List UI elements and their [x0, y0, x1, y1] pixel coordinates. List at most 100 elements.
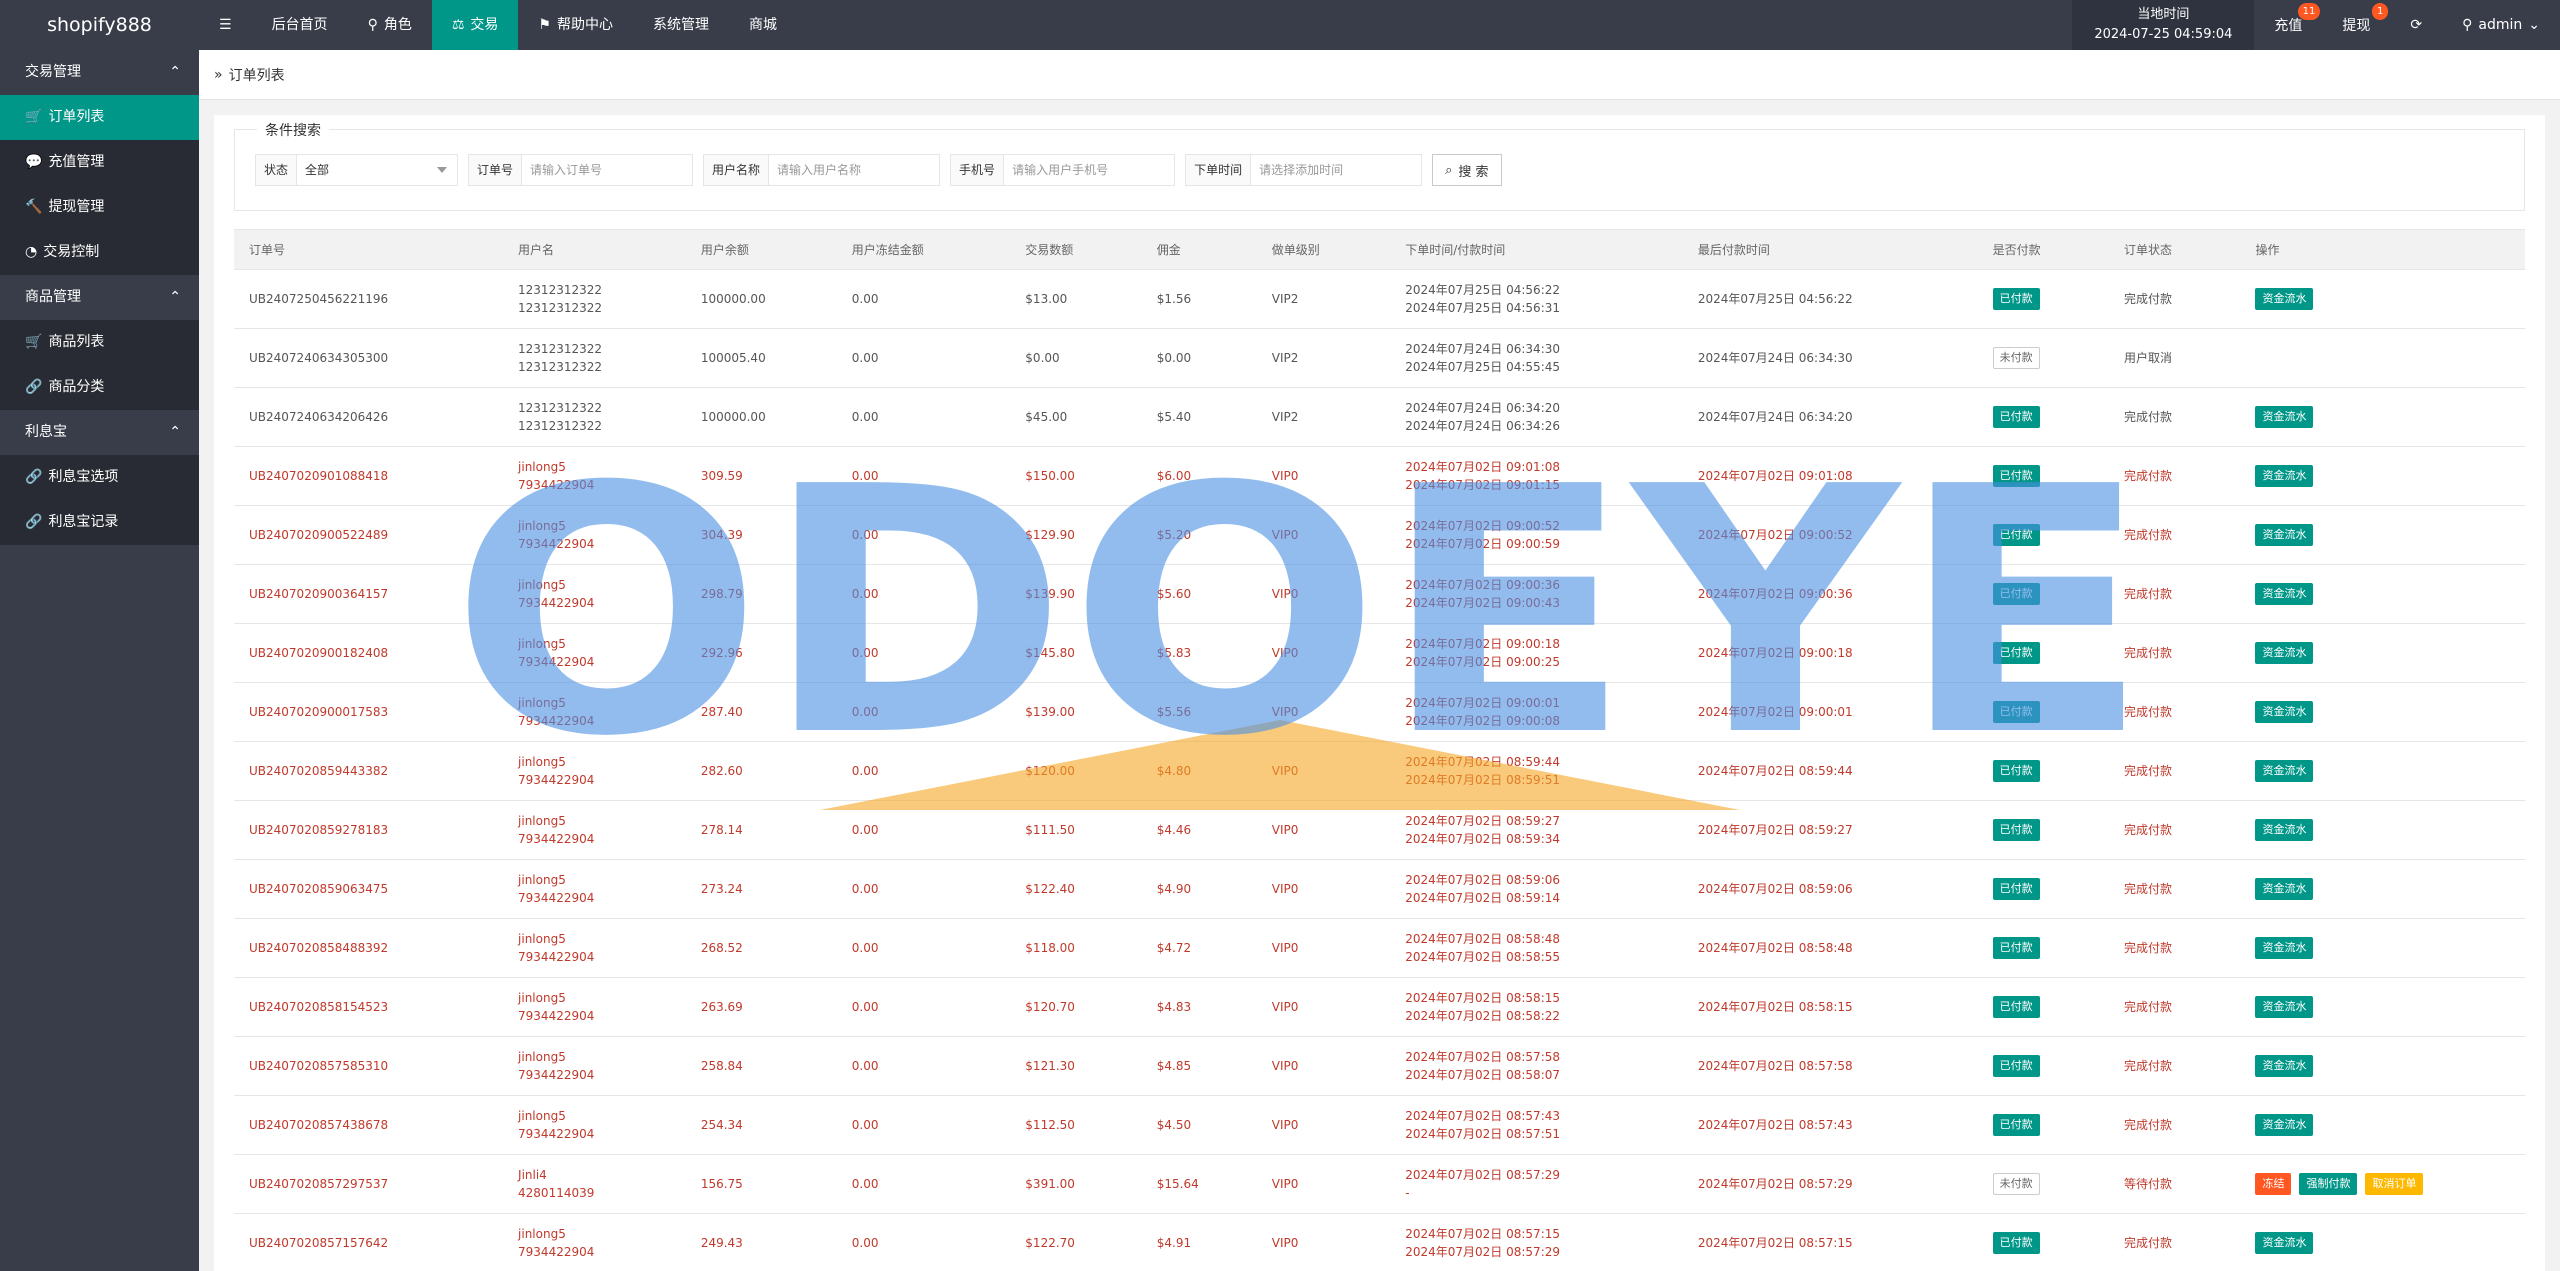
search-button[interactable]: ⌕ 搜 索 [1432, 154, 1502, 186]
fund-flow-button[interactable]: 资金流水 [2255, 1055, 2314, 1077]
fund-flow-button[interactable]: 资金流水 [2255, 937, 2314, 959]
username: jinlong5 [518, 1109, 566, 1123]
fund-flow-button[interactable]: 资金流水 [2255, 406, 2314, 428]
user-balance: 254.34 [700, 1118, 743, 1132]
order-status: 完成付款 [2124, 410, 2173, 424]
recharge-link[interactable]: 充值 11 [2254, 0, 2322, 50]
commission: $5.20 [1156, 528, 1192, 542]
freeze-button[interactable]: 冻结 [2255, 1173, 2292, 1195]
trade-amount: $111.50 [1025, 823, 1075, 837]
table-row: UB2407020901088418 jinlong5 7934422904 309.… [234, 446, 2525, 506]
column-header: 订单状态 [2109, 229, 2241, 270]
vip-level: VIP0 [1271, 764, 1299, 778]
cancel-order-button[interactable]: 取消订单 [2365, 1173, 2424, 1195]
user-phone: 7934422904 [518, 891, 595, 905]
column-header: 订单号 [234, 229, 504, 270]
sidebar-group-trade[interactable]: 交易管理 ⌃ [0, 50, 199, 95]
order-status: 完成付款 [2124, 823, 2173, 837]
fund-flow-button[interactable]: 资金流水 [2255, 1114, 2314, 1136]
order-id: UB2407020857438678 [249, 1118, 389, 1132]
username-input[interactable] [769, 155, 940, 185]
last-pay-time: 2024年07月02日 08:59:06 [1697, 882, 1853, 896]
search-icon: ⌕ [1445, 162, 1453, 178]
sidebar-item-orders[interactable]: 🛒 订单列表 [0, 95, 199, 140]
username: jinlong5 [518, 814, 566, 828]
chevron-up-icon: ⌃ [169, 289, 181, 305]
nav-roles[interactable]: ⚲ 角色 [348, 0, 432, 50]
fund-flow-button[interactable]: 资金流水 [2255, 524, 2314, 546]
sidebar-item-interest-records[interactable]: 🔗 利息宝记录 [0, 500, 199, 545]
force-pay-button[interactable]: 强制付款 [2299, 1173, 2358, 1195]
menu-icon[interactable]: ☰ [219, 0, 232, 50]
menu-toggle[interactable]: ☰ [199, 0, 252, 50]
sidebar-item-interest-options[interactable]: 🔗 利息宝选项 [0, 455, 199, 500]
app-logo[interactable]: shopify888 [0, 0, 199, 50]
order-id: UB2407020858488392 [249, 941, 389, 955]
nav-help[interactable]: ⚑ 帮助中心 [518, 0, 633, 50]
withdraw-link[interactable]: 提现 1 [2322, 0, 2390, 50]
nav-dashboard[interactable]: 后台首页 [252, 0, 348, 50]
last-pay-time: 2024年07月02日 09:01:08 [1697, 469, 1853, 483]
pay-time: 2024年07月02日 08:57:29 [1405, 1245, 1561, 1259]
fund-flow-button[interactable]: 资金流水 [2255, 583, 2314, 605]
user-icon: ⚲ [2462, 17, 2473, 33]
sidebar-item-withdraw[interactable]: 🔨 提现管理 [0, 185, 199, 230]
fund-flow-button[interactable]: 资金流水 [2255, 878, 2314, 900]
user-balance: 249.43 [700, 1236, 743, 1250]
nav-trade[interactable]: ⚖ 交易 [431, 0, 519, 50]
order-time: 2024年07月02日 09:00:18 [1405, 637, 1561, 651]
trade-amount: $120.00 [1025, 764, 1075, 778]
sidebar-group-goods[interactable]: 商品管理 ⌃ [0, 275, 199, 320]
order-time: 2024年07月02日 08:58:15 [1405, 991, 1561, 1005]
fund-flow-button[interactable]: 资金流水 [2255, 819, 2314, 841]
user-balance: 100000.00 [700, 410, 766, 424]
fund-flow-button[interactable]: 资金流水 [2255, 642, 2314, 664]
last-pay-time: 2024年07月02日 08:58:15 [1697, 1000, 1853, 1014]
status-filter[interactable]: 状态 全部 [255, 154, 459, 186]
fund-flow-button[interactable]: 资金流水 [2255, 465, 2314, 487]
order-time: 2024年07月02日 08:57:58 [1405, 1050, 1561, 1064]
vip-level: VIP0 [1271, 646, 1299, 660]
frozen-amount: 0.00 [851, 646, 879, 660]
commission: $1.56 [1156, 292, 1192, 306]
payment-status-badge: 已付款 [1992, 524, 2040, 546]
frozen-amount: 0.00 [851, 410, 879, 424]
sidebar-item-trade-control[interactable]: ◔ 交易控制 [0, 230, 199, 275]
sidebar-item-goods-list[interactable]: 🛒 商品列表 [0, 320, 199, 365]
payment-status-badge: 未付款 [1992, 1173, 2040, 1195]
user-balance: 282.60 [700, 764, 743, 778]
fund-flow-button[interactable]: 资金流水 [2255, 760, 2314, 782]
payment-status-badge: 已付款 [1992, 760, 2040, 782]
user-balance: 309.59 [700, 469, 743, 483]
nav-system[interactable]: 系统管理 [633, 0, 729, 50]
payment-status-badge: 已付款 [1992, 819, 2040, 841]
fund-flow-button[interactable]: 资金流水 [2255, 288, 2314, 310]
status-select[interactable]: 全部 [297, 155, 457, 185]
last-pay-time: 2024年07月02日 08:57:15 [1697, 1236, 1853, 1250]
nav-mall[interactable]: 商城 [729, 0, 797, 50]
user-balance: 287.40 [700, 705, 743, 719]
sidebar-item-goods-category[interactable]: 🔗 商品分类 [0, 365, 199, 410]
fund-flow-button[interactable]: 资金流水 [2255, 701, 2314, 723]
scale-icon: ⚖ [451, 17, 465, 33]
user-menu[interactable]: ⚲ admin ⌄ [2442, 0, 2560, 50]
vip-level: VIP2 [1271, 292, 1299, 306]
frozen-amount: 0.00 [851, 764, 879, 778]
time-input[interactable] [1251, 155, 1422, 185]
fund-flow-button[interactable]: 资金流水 [2255, 1232, 2314, 1254]
sidebar-group-interest[interactable]: 利息宝 ⌃ [0, 410, 199, 455]
user-phone: 7934422904 [518, 596, 595, 610]
username: jinlong5 [518, 1050, 566, 1064]
order-id: UB2407020900182408 [249, 646, 389, 660]
sidebar-item-recharge[interactable]: 💬 充值管理 [0, 140, 199, 185]
refresh-button[interactable]: ⟳ [2390, 0, 2442, 50]
commission: $5.60 [1156, 587, 1192, 601]
phone-input[interactable] [1004, 155, 1175, 185]
breadcrumb-current[interactable]: 订单列表 [229, 65, 285, 85]
order-time: 2024年07月02日 08:59:44 [1405, 755, 1561, 769]
fund-flow-button[interactable]: 资金流水 [2255, 996, 2314, 1018]
payment-status-badge: 已付款 [1992, 1232, 2040, 1254]
top-right: 当地时间 2024-07-25 04:59:04 充值 11 提现 1 ⟳ ⚲ a… [2072, 0, 2560, 50]
order-number-input[interactable] [522, 155, 693, 185]
commission: $5.56 [1156, 705, 1192, 719]
